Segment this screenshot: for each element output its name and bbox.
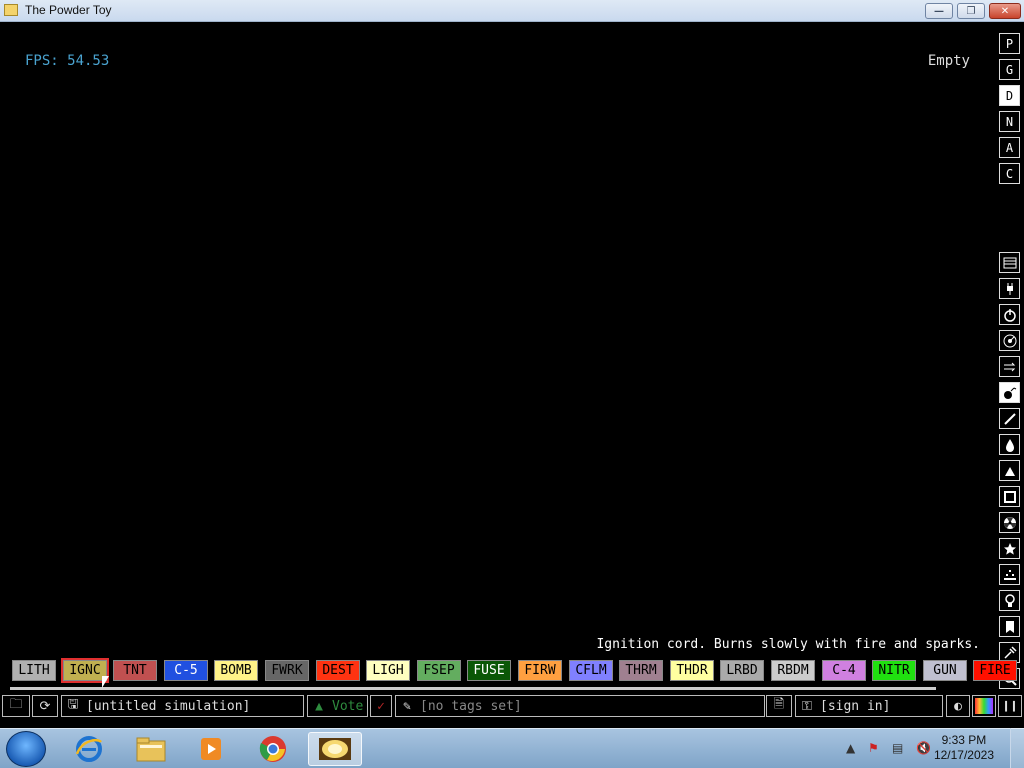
element-button-dest[interactable]: DEST [316, 660, 360, 681]
quick-option-console[interactable]: C [999, 163, 1020, 184]
start-button[interactable] [6, 731, 46, 767]
sign-in-button[interactable]: ⚿ [sign in] [795, 695, 943, 717]
element-button-fsep[interactable]: FSEP [417, 660, 461, 681]
close-button[interactable]: ✕ [989, 3, 1021, 19]
solids-icon[interactable] [999, 486, 1020, 507]
explosives-icon[interactable] [999, 382, 1020, 403]
element-button-thrm[interactable]: THRM [619, 660, 663, 681]
show-desktop-button[interactable] [1010, 728, 1024, 768]
reload-icon: ⟳ [39, 698, 51, 714]
gases-icon[interactable] [999, 408, 1020, 429]
tags-text: [no tags set] [420, 698, 522, 714]
special-icon[interactable] [999, 538, 1020, 559]
pause-icon: ❙❙ [1002, 698, 1018, 714]
element-button-nitr[interactable]: NITR [872, 660, 916, 681]
save-icon: 🖫 [67, 697, 79, 712]
bottom-toolbar: 🗀 ⟳ 🖫 [untitled simulation] ▲ Vote ✓ ✎ [… [0, 694, 1024, 718]
favorites-icon[interactable] [999, 616, 1020, 637]
mouse-cursor-icon [102, 676, 109, 688]
element-bar: LITH IGNC TNT C-5 BOMB FWRK DEST LIGH FSEP FUSE FI… [0, 658, 1017, 684]
network-icon[interactable]: ▤ [892, 741, 906, 755]
save-name: [untitled simulation] [86, 698, 251, 714]
chrome-icon[interactable] [246, 732, 300, 766]
powders-icon[interactable] [999, 460, 1020, 481]
radioactive-icon[interactable] [999, 512, 1020, 533]
hover-status: Empty [927, 53, 970, 69]
liquids-icon[interactable] [999, 434, 1020, 455]
internet-explorer-icon[interactable] [62, 732, 116, 766]
fps-counter: FPS: 54.53 [25, 53, 110, 69]
element-button-fuse[interactable]: FUSE [467, 660, 511, 681]
render-icon: ◐ [954, 698, 962, 714]
vote-label: Vote [332, 698, 364, 714]
minimize-button[interactable]: — [925, 3, 953, 19]
element-button-rbdm[interactable]: RBDM [771, 660, 815, 681]
element-button-cflm[interactable]: CFLM [569, 660, 613, 681]
key-icon: ⚿ [802, 698, 812, 714]
force-icon[interactable] [999, 356, 1020, 377]
file-explorer-icon[interactable] [124, 732, 178, 766]
element-bar-scrollbar[interactable] [10, 687, 936, 690]
volume-muted-icon[interactable]: 🔇 [916, 741, 931, 755]
quick-option-pressure[interactable]: P [999, 33, 1020, 54]
app-icon [4, 4, 18, 16]
element-button-lith[interactable]: LITH [12, 660, 56, 681]
powered-icon[interactable] [999, 304, 1020, 325]
quick-option-newtonian[interactable]: N [999, 111, 1020, 132]
system-clock[interactable]: 9:33 PM 12/17/2023 [934, 733, 994, 763]
new-simulation-button[interactable]: 🗎 [766, 695, 792, 717]
element-button-firw[interactable]: FIRW [518, 660, 562, 681]
walls-icon[interactable] [999, 252, 1020, 273]
element-button-tnt[interactable]: TNT [113, 660, 157, 681]
sign-in-label: [sign in] [820, 698, 891, 714]
element-description: Ignition cord. Burns slowly with fire an… [596, 637, 980, 652]
restore-button[interactable]: ❐ [957, 3, 985, 19]
electronics-icon[interactable] [999, 278, 1020, 299]
pause-button[interactable]: ❙❙ [998, 695, 1022, 717]
simulation-canvas[interactable] [0, 22, 996, 628]
element-button-lrbd[interactable]: LRBD [720, 660, 764, 681]
downvote-icon: ✓ [377, 698, 385, 714]
quick-option-decorations[interactable]: D [999, 85, 1020, 106]
element-button-ignc[interactable]: IGNC [61, 658, 109, 683]
tools-icon[interactable] [999, 590, 1020, 611]
element-button-c-4[interactable]: C-4 [822, 660, 866, 681]
tag-icon: ✎ [403, 698, 411, 714]
upvote-icon: ▲ [315, 698, 323, 714]
show-hidden-icons-icon[interactable]: ▲ [846, 741, 860, 755]
new-file-icon: 🗎 [773, 697, 785, 712]
color-palette-icon [975, 698, 993, 714]
element-button-c-5[interactable]: C-5 [164, 660, 208, 681]
element-button-fire[interactable]: FIRE [973, 660, 1017, 681]
quick-option-gravity[interactable]: G [999, 59, 1020, 80]
life-icon[interactable] [999, 564, 1020, 585]
render-options-button[interactable]: ◐ [946, 695, 970, 717]
open-save-button[interactable]: 🗀 [2, 695, 30, 717]
media-player-icon[interactable] [184, 732, 238, 766]
powder-toy-icon[interactable] [308, 732, 362, 766]
element-button-ligh[interactable]: LIGH [366, 660, 410, 681]
reload-button[interactable]: ⟳ [32, 695, 58, 717]
vote-up-button[interactable]: ▲ Vote [307, 695, 368, 717]
clock-date: 12/17/2023 [933, 748, 994, 762]
tags-field[interactable]: ✎ [no tags set] [395, 695, 765, 717]
vote-down-button[interactable]: ✓ [370, 695, 392, 717]
element-button-thdr[interactable]: THDR [670, 660, 714, 681]
window-titlebar: The Powder Toy — ❐ ✕ [0, 0, 1024, 22]
element-button-bomb[interactable]: BOMB [214, 660, 258, 681]
element-button-gun[interactable]: GUN [923, 660, 967, 681]
action-center-icon[interactable]: ⚑ [868, 741, 882, 755]
sensors-icon[interactable] [999, 330, 1020, 351]
save-simulation-button[interactable]: 🖫 [untitled simulation] [61, 695, 304, 717]
quick-option-ambient[interactable]: A [999, 137, 1020, 158]
clock-time: 9:33 PM [941, 733, 987, 747]
display-mode-button[interactable] [972, 695, 996, 717]
element-button-fwrk[interactable]: FWRK [265, 660, 309, 681]
window-title: The Powder Toy [25, 3, 112, 17]
open-icon: 🗀 [9, 697, 23, 712]
